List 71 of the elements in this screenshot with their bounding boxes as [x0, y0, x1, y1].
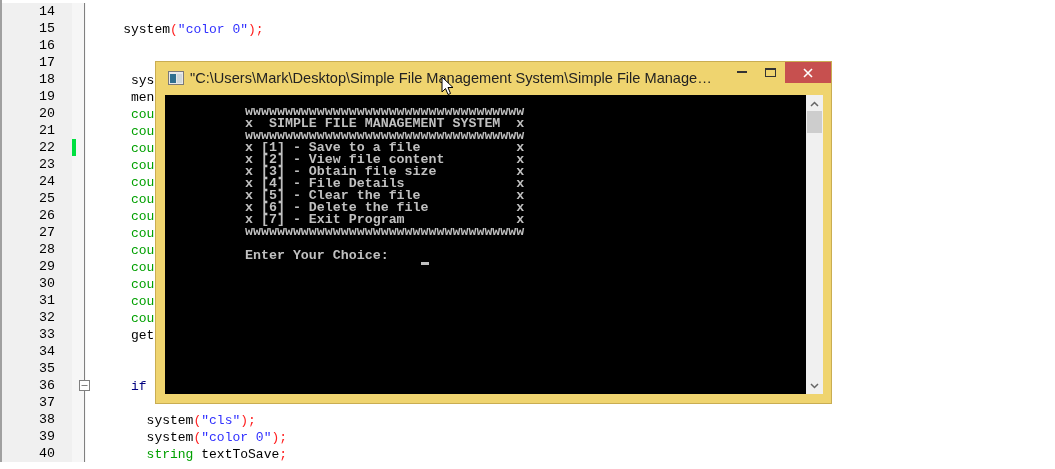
console-text: wwwwwwwwwwwwwwwwwwwwwwwwwwwwwwwwwww [245, 106, 526, 118]
console-text: x [1] - Save to a file x [245, 142, 526, 154]
line-number: 20 [2, 105, 72, 122]
code-line: get [130, 328, 155, 343]
maximize-icon [764, 68, 776, 77]
line-number: 23 [2, 156, 72, 173]
code-line: cou [130, 277, 155, 292]
collapse-icon[interactable] [79, 380, 90, 391]
console-text: x [4] - File Details x [245, 178, 526, 190]
text-cursor [420, 262, 429, 265]
line-number: 18 [2, 71, 72, 88]
console-text: x [2] - View file content x [245, 154, 526, 166]
console-icon [168, 71, 184, 85]
code-line: cou [130, 107, 155, 122]
line-number: 29 [2, 258, 72, 275]
code-line: string textToSave; [145, 447, 288, 462]
console-text: x [5] - Clear the file x [245, 190, 526, 202]
scroll-down-icon[interactable] [810, 383, 819, 389]
console-text: x [7] - Exit Program x [245, 214, 526, 226]
code-line: cou [130, 243, 155, 258]
code-line: cou [130, 158, 155, 173]
console-text: wwwwwwwwwwwwwwwwwwwwwwwwwwwwwwwwwww [245, 226, 526, 238]
line-number: 33 [2, 326, 72, 343]
console-text: x SIMPLE FILE MANAGEMENT SYSTEM x [245, 118, 526, 130]
line-number: 24 [2, 173, 72, 190]
code-line: system("color 0"); [122, 22, 264, 37]
code-line: cou [130, 175, 155, 190]
code-line: cou [130, 192, 155, 207]
line-number: 35 [2, 360, 72, 377]
line-number: 32 [2, 309, 72, 326]
line-number: 22 [2, 139, 72, 156]
line-number: 26 [2, 207, 72, 224]
code-line: cou [130, 311, 155, 326]
line-number: 40 [2, 445, 72, 462]
line-number: 27 [2, 224, 72, 241]
line-number: 15 [2, 20, 72, 37]
code-line: system("cls"); [145, 413, 256, 428]
code-line: if [130, 379, 147, 394]
scrollbar[interactable] [806, 95, 823, 394]
line-number: 34 [2, 343, 72, 360]
minimize-icon [737, 71, 747, 74]
line-number: 39 [2, 428, 72, 445]
code-line: cou [130, 141, 155, 156]
console-prompt: Enter Your Choice: [245, 250, 389, 262]
line-number: 19 [2, 88, 72, 105]
window-title: "C:\Users\Mark\Desktop\Simple File Management System\Simple File Manage… [190, 70, 713, 86]
line-number: 38 [2, 411, 72, 428]
code-line: cou [130, 124, 155, 139]
code-line: cou [130, 294, 155, 309]
line-number: 16 [2, 37, 72, 54]
line-number: 37 [2, 394, 72, 411]
console-text: wwwwwwwwwwwwwwwwwwwwwwwwwwwwwwwwwww [245, 130, 526, 142]
line-number: 14 [2, 3, 72, 20]
console-text: x [3] - Obtain file size x [245, 166, 526, 178]
line-number: 25 [2, 190, 72, 207]
scroll-up-icon[interactable] [810, 101, 819, 107]
line-number: 17 [2, 54, 72, 71]
code-line: men [130, 90, 155, 105]
scrollbar-thumb[interactable] [807, 111, 822, 133]
close-icon [803, 67, 813, 78]
line-number: 36 [2, 377, 72, 394]
line-number: 31 [2, 292, 72, 309]
line-number: 30 [2, 275, 72, 292]
code-line: cou [130, 226, 155, 241]
code-line: sys [130, 73, 155, 88]
code-line: cou [130, 260, 155, 275]
code-line: system("color 0"); [145, 430, 288, 445]
line-number: 21 [2, 122, 72, 139]
console-text: x [6] - Delete the file x [245, 202, 526, 214]
code-line: cou [130, 209, 155, 224]
line-number: 28 [2, 241, 72, 258]
